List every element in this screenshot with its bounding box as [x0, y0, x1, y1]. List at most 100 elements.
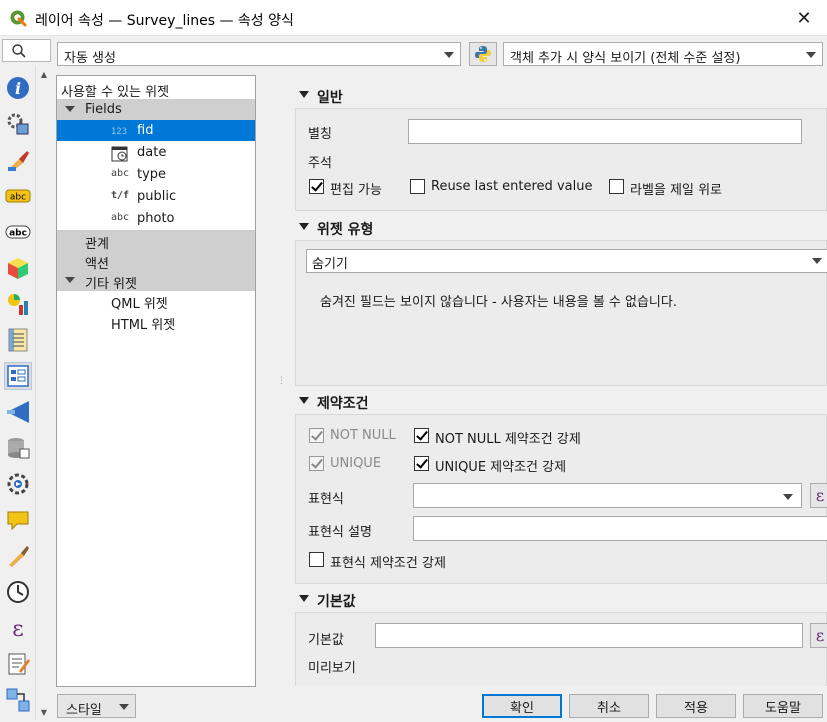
help-button[interactable]: 도움말	[743, 694, 823, 718]
qgis-logo-icon	[10, 10, 27, 27]
default-expression-button[interactable]: ε	[810, 623, 827, 648]
variables-icon[interactable]: ε	[4, 614, 32, 642]
widget-type-section: 숨기기 숨겨진 필드는 보이지 않습니다 - 사용자는 내용을 볼 수 없습니다…	[295, 240, 827, 386]
default-value-label: 기본값	[308, 633, 344, 648]
ok-button[interactable]: 확인	[482, 694, 562, 718]
tree-field-name: type	[137, 167, 167, 182]
layout-type-value: 자동 생성	[64, 51, 116, 66]
fields-icon[interactable]	[4, 326, 32, 354]
joins-icon[interactable]	[4, 398, 32, 426]
scroll-down-icon[interactable]: ▼	[36, 704, 52, 720]
python-init-button[interactable]	[469, 42, 497, 66]
tree-field-row[interactable]: date	[57, 142, 255, 163]
display-icon[interactable]	[4, 506, 32, 534]
properties-search-input[interactable]	[2, 39, 51, 62]
tree-item-fields[interactable]: Fields	[57, 99, 255, 120]
temporal-icon[interactable]	[4, 578, 32, 606]
constraints-section-header[interactable]: 제약조건	[295, 388, 827, 414]
chevron-down-icon[interactable]	[783, 494, 793, 500]
widget-type-combo[interactable]: 숨기기	[306, 249, 827, 273]
chevron-down-icon	[812, 258, 822, 264]
suppress-form-combo[interactable]: 객체 추가 시 양식 보이기 (전체 수준 설정)	[503, 42, 823, 66]
tree-field-name: date	[137, 145, 167, 160]
tree-field-name: photo	[137, 211, 175, 226]
symbology-icon[interactable]	[4, 146, 32, 174]
close-button[interactable]: ✕	[784, 4, 824, 32]
labels-icon[interactable]: abc	[4, 182, 32, 210]
tree-field-name: public	[137, 189, 177, 204]
style-menu-button[interactable]: 스타일	[57, 694, 136, 718]
expression-description-input[interactable]	[413, 516, 827, 541]
expression-builder-button[interactable]: ε	[810, 483, 827, 508]
svg-text:ε: ε	[12, 617, 23, 641]
cancel-button[interactable]: 취소	[569, 694, 649, 718]
tree-item-qml-widget[interactable]: QML 위젯	[57, 290, 255, 312]
tree-item-relations[interactable]: 관계	[57, 230, 255, 252]
tree-item-label: HTML 위젯	[111, 318, 176, 333]
collapse-icon[interactable]	[299, 223, 309, 230]
default-value-input[interactable]	[375, 623, 803, 648]
actions-icon[interactable]	[4, 470, 32, 498]
tree-field-row[interactable]: 123 fid	[57, 120, 255, 141]
comment-label: 주석	[308, 156, 332, 171]
alias-input[interactable]	[408, 119, 802, 144]
tree-item-actions[interactable]: 액션	[57, 250, 255, 272]
masks-icon[interactable]: abc	[4, 218, 32, 246]
rendering-icon[interactable]	[4, 542, 32, 570]
chevron-down-icon	[806, 52, 816, 58]
tree-item-html-widget[interactable]: HTML 위젯	[57, 311, 255, 333]
3d-view-icon[interactable]	[4, 254, 32, 282]
available-widgets-tree[interactable]: 사용할 수 있는 위젯 Fields 123 fid date abc type…	[56, 75, 256, 687]
suppress-form-value: 객체 추가 시 양식 보이기 (전체 수준 설정)	[510, 51, 741, 66]
layout-type-combo[interactable]: 자동 생성	[57, 42, 461, 66]
metadata-icon[interactable]	[4, 650, 32, 678]
tree-field-row[interactable]: t/f public	[57, 186, 255, 207]
constraints-section: NOT NULL NOT NULL 제약조건 강제 UNIQUE UNIQUE …	[295, 414, 827, 584]
auxiliary-storage-icon[interactable]	[4, 434, 32, 462]
expand-icon[interactable]	[65, 106, 75, 112]
apply-button[interactable]: 적용	[656, 694, 736, 718]
enforce-expression-checkbox[interactable]	[309, 552, 324, 567]
expand-icon[interactable]	[65, 277, 75, 283]
reuse-last-value-checkbox[interactable]	[410, 179, 425, 194]
string-field-icon: abc	[111, 168, 130, 179]
information-icon[interactable]: i	[4, 74, 32, 102]
collapse-icon[interactable]	[299, 91, 309, 98]
preview-label: 미리보기	[308, 661, 356, 676]
tree-item-other-widgets[interactable]: 기타 위젯	[57, 270, 255, 292]
dependencies-icon[interactable]	[4, 686, 32, 714]
tree-field-row[interactable]: abc photo	[57, 208, 255, 229]
scroll-up-icon[interactable]: ▲	[36, 66, 52, 82]
defaults-section-header[interactable]: 기본값	[295, 586, 827, 612]
enforce-unique-label: UNIQUE 제약조건 강제	[435, 460, 567, 475]
reuse-last-value-label: Reuse last entered value	[431, 179, 593, 194]
not-null-checkbox	[309, 428, 324, 443]
diagrams-icon[interactable]	[4, 290, 32, 318]
defaults-section: 기본값 ε 미리보기	[295, 612, 827, 686]
expression-input[interactable]	[413, 483, 802, 508]
source-icon[interactable]	[4, 110, 32, 138]
enforce-not-null-label: NOT NULL 제약조건 강제	[435, 432, 581, 447]
title-bar: 레이어 속성 — Survey_lines — 속성 양식 ✕	[0, 0, 827, 36]
attributes-form-icon[interactable]	[4, 362, 32, 390]
window-title: 레이어 속성 — Survey_lines — 속성 양식	[35, 13, 294, 29]
general-section-header[interactable]: 일반	[295, 82, 827, 108]
sections-scrollbar[interactable]: ▲ ▼	[35, 66, 51, 720]
editable-checkbox[interactable]	[309, 179, 324, 194]
unique-label: UNIQUE	[330, 456, 382, 471]
expression-description-label: 표현식 설명	[308, 525, 372, 540]
widget-type-section-header[interactable]: 위젯 유형	[295, 214, 827, 240]
general-section: 별칭 주석 편집 가능 Reuse last entered value 라벨을…	[295, 108, 827, 211]
enforce-not-null-checkbox[interactable]	[414, 428, 429, 443]
date-field-icon	[111, 146, 128, 162]
unique-checkbox	[309, 456, 324, 471]
field-config-panel: 일반 별칭 주석 편집 가능 Reuse last entered value …	[281, 74, 827, 686]
tree-field-row[interactable]: abc type	[57, 164, 255, 185]
section-title: 일반	[317, 90, 343, 106]
string-field-icon: abc	[111, 212, 130, 223]
collapse-icon[interactable]	[299, 397, 309, 404]
collapse-icon[interactable]	[299, 595, 309, 602]
enforce-unique-checkbox[interactable]	[414, 456, 429, 471]
tree-header: 사용할 수 있는 위젯	[57, 78, 255, 100]
label-on-top-checkbox[interactable]	[609, 179, 624, 194]
